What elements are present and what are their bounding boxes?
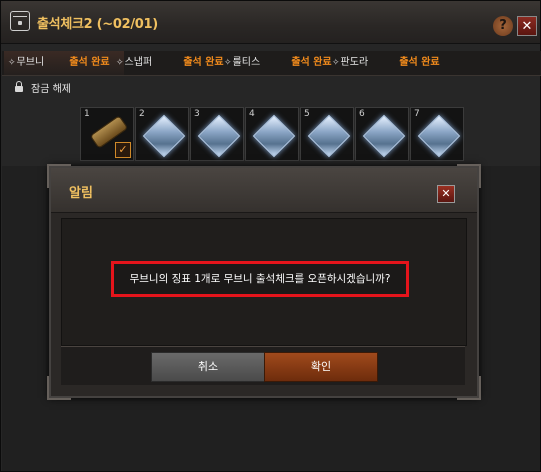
- gem-icon: [307, 114, 351, 158]
- cancel-button[interactable]: 취소: [151, 352, 265, 382]
- tab-name: 판도라: [340, 57, 369, 68]
- tab-status: 출석 완료: [69, 57, 110, 68]
- character-icon: ✧: [8, 58, 16, 68]
- day-slot-4[interactable]: 4: [245, 107, 299, 161]
- window-close-button[interactable]: ✕: [517, 16, 537, 36]
- day-slot-7[interactable]: 7: [410, 107, 464, 161]
- character-icon: ✧: [332, 58, 340, 68]
- tab-status: 출석 완료: [399, 57, 440, 68]
- day-number: 5: [304, 109, 310, 119]
- dialog-header: 알림 ✕: [51, 168, 477, 213]
- day-number: 6: [359, 109, 365, 119]
- day-slot-6[interactable]: 6: [355, 107, 409, 161]
- tab-moveni[interactable]: ✧무브니 출석 완료: [4, 51, 124, 75]
- tab-name: 무브니: [16, 57, 45, 68]
- tab-pandora[interactable]: ✧판도라 출석 완료: [332, 51, 442, 75]
- day-slot-2[interactable]: 2: [135, 107, 189, 161]
- day-number: 7: [414, 109, 420, 119]
- window-title: 출석체크2 (~02/01): [37, 17, 158, 32]
- day-number: 1: [84, 109, 90, 119]
- character-icon: ✧: [224, 58, 232, 68]
- unlock-button[interactable]: 잠금 해제: [15, 80, 71, 95]
- dialog-close-button[interactable]: ✕: [437, 185, 455, 203]
- calendar-icon: [10, 11, 30, 31]
- window-titlebar: 출석체크2 (~02/01) ? ✕: [1, 1, 540, 44]
- help-button[interactable]: ?: [493, 16, 513, 36]
- tab-name: 스냅퍼: [124, 57, 153, 68]
- message-highlight: 무브니의 징표 1개로 무브니 출석체크를 오픈하시겠습니까?: [111, 261, 409, 297]
- attendance-window: 출석체크2 (~02/01) ? ✕ ✧무브니 출석 완료 ✧스냅퍼 출석 완료…: [0, 0, 541, 472]
- day-slot-3[interactable]: 3: [190, 107, 244, 161]
- tab-rultis[interactable]: ✧룰티스 출석 완료: [224, 51, 332, 75]
- tab-status: 출석 완료: [291, 57, 332, 68]
- confirm-button[interactable]: 확인: [264, 352, 378, 382]
- tab-status: 출석 완료: [183, 57, 224, 68]
- dialog-footer: 취소 확인: [61, 346, 465, 385]
- day-number: 4: [249, 109, 255, 119]
- lock-icon: [15, 81, 23, 92]
- day-slot-1[interactable]: 1 ✓: [80, 107, 134, 161]
- day-number: 2: [139, 109, 145, 119]
- gem-icon: [197, 114, 241, 158]
- gem-icon: [252, 114, 296, 158]
- dialog-title: 알림: [69, 186, 93, 201]
- gem-icon: [362, 114, 406, 158]
- day-slot-5[interactable]: 5: [300, 107, 354, 161]
- character-icon: ✧: [116, 58, 124, 68]
- gem-icon: [142, 114, 186, 158]
- tab-name: 룰티스: [232, 57, 261, 68]
- unlock-label: 잠금 해제: [31, 84, 71, 95]
- checkmark-icon: ✓: [115, 142, 131, 158]
- alert-dialog: 알림 ✕ 무브니의 징표 1개로 무브니 출석체크를 오픈하시겠습니까? 취소 …: [47, 164, 481, 400]
- gem-icon: [417, 114, 461, 158]
- tab-snapper[interactable]: ✧스냅퍼 출석 완료: [116, 51, 226, 75]
- tab-strip: ✧무브니 출석 완료 ✧스냅퍼 출석 완료 ✧룰티스 출석 완료 ✧판도라 출석…: [2, 51, 541, 76]
- dialog-message: 무브니의 징표 1개로 무브니 출석체크를 오픈하시겠습니까?: [129, 273, 391, 285]
- day-number: 3: [194, 109, 200, 119]
